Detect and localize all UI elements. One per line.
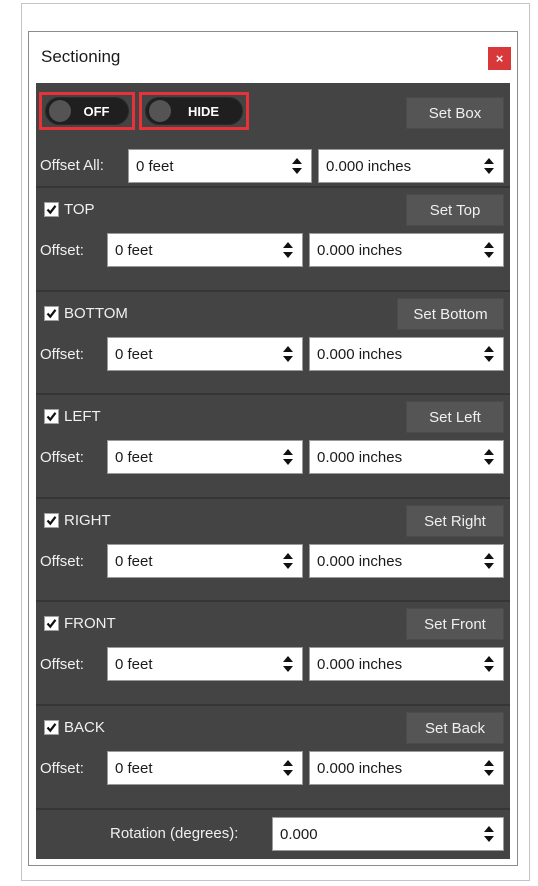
sectioning-panel: OFF HIDE Set Box Offset All: 0 feet 0.00…: [36, 83, 510, 859]
spinner-arrows-icon[interactable]: [280, 545, 296, 577]
set-left-button[interactable]: Set Left: [406, 401, 504, 433]
spinner-arrows-icon[interactable]: [481, 545, 497, 577]
offset-feet-input[interactable]: 0 feet: [107, 544, 303, 578]
section-label: LEFT: [64, 408, 101, 425]
section-divider: [36, 808, 510, 810]
offset-feet-input[interactable]: 0 feet: [107, 233, 303, 267]
rotation-label: Rotation (degrees):: [110, 825, 239, 842]
spinner-arrows-icon[interactable]: [481, 648, 497, 680]
offset-inches-input[interactable]: 0.000 inches: [309, 440, 504, 474]
offset-feet-input[interactable]: 0 feet: [107, 440, 303, 474]
spinner-arrows-icon[interactable]: [280, 752, 296, 784]
checkmark-icon: [46, 308, 57, 319]
offset-label: Offset:: [40, 760, 84, 777]
offset-inches-input[interactable]: 0.000 inches: [309, 233, 504, 267]
set-front-button[interactable]: Set Front: [406, 608, 504, 640]
offset-inches-value: 0.000 inches: [317, 345, 403, 363]
spinner-arrows-icon[interactable]: [280, 441, 296, 473]
section-divider: [36, 600, 510, 602]
set-bottom-button[interactable]: Set Bottom: [397, 298, 504, 330]
section-divider: [36, 186, 510, 188]
offset-label: Offset:: [40, 242, 84, 259]
offset-inches-input[interactable]: 0.000 inches: [309, 337, 504, 371]
offset-all-inches-input[interactable]: 0.000 inches: [318, 149, 504, 183]
off-toggle[interactable]: OFF: [45, 97, 129, 125]
section-label: TOP: [64, 201, 95, 218]
checkmark-icon: [46, 722, 57, 733]
off-toggle-highlight: OFF: [39, 92, 135, 130]
offset-inches-value: 0.000 inches: [317, 759, 403, 777]
spinner-arrows-icon[interactable]: [289, 150, 305, 182]
offset-inches-input[interactable]: 0.000 inches: [309, 751, 504, 785]
spinner-arrows-icon[interactable]: [280, 648, 296, 680]
off-toggle-label: OFF: [83, 103, 110, 119]
spinner-arrows-icon[interactable]: [280, 338, 296, 370]
spinner-arrows-icon[interactable]: [481, 338, 497, 370]
checkmark-icon: [46, 515, 57, 526]
offset-all-feet-value: 0 feet: [136, 157, 174, 175]
offset-feet-value: 0 feet: [115, 552, 153, 570]
hide-toggle-highlight: HIDE: [139, 92, 249, 130]
offset-all-label: Offset All:: [40, 157, 104, 174]
hide-toggle[interactable]: HIDE: [145, 97, 243, 125]
offset-inches-value: 0.000 inches: [317, 448, 403, 466]
hide-toggle-label: HIDE: [187, 103, 220, 119]
section-checkbox[interactable]: [44, 202, 59, 217]
set-right-button[interactable]: Set Right: [406, 505, 504, 537]
close-icon: ×: [495, 51, 504, 66]
spinner-arrows-icon[interactable]: [481, 441, 497, 473]
offset-label: Offset:: [40, 553, 84, 570]
dialog-title: Sectioning: [41, 47, 121, 66]
spinner-arrows-icon[interactable]: [481, 234, 497, 266]
set-box-button[interactable]: Set Box: [406, 97, 504, 129]
offset-feet-value: 0 feet: [115, 241, 153, 259]
section-divider: [36, 704, 510, 706]
section-divider: [36, 290, 510, 292]
close-button[interactable]: ×: [488, 47, 511, 70]
offset-feet-input[interactable]: 0 feet: [107, 751, 303, 785]
set-back-button[interactable]: Set Back: [406, 712, 504, 744]
section-checkbox[interactable]: [44, 306, 59, 321]
section-checkbox[interactable]: [44, 409, 59, 424]
offset-feet-value: 0 feet: [115, 345, 153, 363]
section-divider: [36, 393, 510, 395]
offset-inches-input[interactable]: 0.000 inches: [309, 647, 504, 681]
offset-inches-value: 0.000 inches: [317, 241, 403, 259]
rotation-value: 0.000: [280, 825, 318, 843]
checkmark-icon: [46, 204, 57, 215]
offset-inches-value: 0.000 inches: [317, 655, 403, 673]
offset-inches-value: 0.000 inches: [317, 552, 403, 570]
toggle-knob-icon: [149, 100, 171, 122]
toggle-knob-icon: [49, 100, 71, 122]
offset-feet-value: 0 feet: [115, 448, 153, 466]
section-checkbox[interactable]: [44, 720, 59, 735]
section-label: FRONT: [64, 615, 116, 632]
offset-label: Offset:: [40, 346, 84, 363]
offset-feet-value: 0 feet: [115, 655, 153, 673]
section-checkbox[interactable]: [44, 513, 59, 528]
checkmark-icon: [46, 411, 57, 422]
rotation-input[interactable]: 0.000: [272, 817, 504, 851]
offset-all-feet-input[interactable]: 0 feet: [128, 149, 312, 183]
section-label: RIGHT: [64, 512, 111, 529]
sectioning-dialog: Sectioning × OFF HIDE Set Box Offset All…: [28, 31, 518, 866]
spinner-arrows-icon[interactable]: [280, 234, 296, 266]
offset-label: Offset:: [40, 449, 84, 466]
set-top-button[interactable]: Set Top: [406, 194, 504, 226]
spinner-arrows-icon[interactable]: [481, 818, 497, 850]
section-label: BACK: [64, 719, 105, 736]
section-checkbox[interactable]: [44, 616, 59, 631]
offset-inches-input[interactable]: 0.000 inches: [309, 544, 504, 578]
offset-all-inches-value: 0.000 inches: [326, 157, 412, 175]
offset-feet-input[interactable]: 0 feet: [107, 647, 303, 681]
offset-label: Offset:: [40, 656, 84, 673]
section-label: BOTTOM: [64, 305, 128, 322]
checkmark-icon: [46, 618, 57, 629]
section-divider: [36, 497, 510, 499]
spinner-arrows-icon[interactable]: [481, 150, 497, 182]
offset-feet-input[interactable]: 0 feet: [107, 337, 303, 371]
offset-feet-value: 0 feet: [115, 759, 153, 777]
title-bar[interactable]: Sectioning ×: [29, 32, 517, 82]
spinner-arrows-icon[interactable]: [481, 752, 497, 784]
